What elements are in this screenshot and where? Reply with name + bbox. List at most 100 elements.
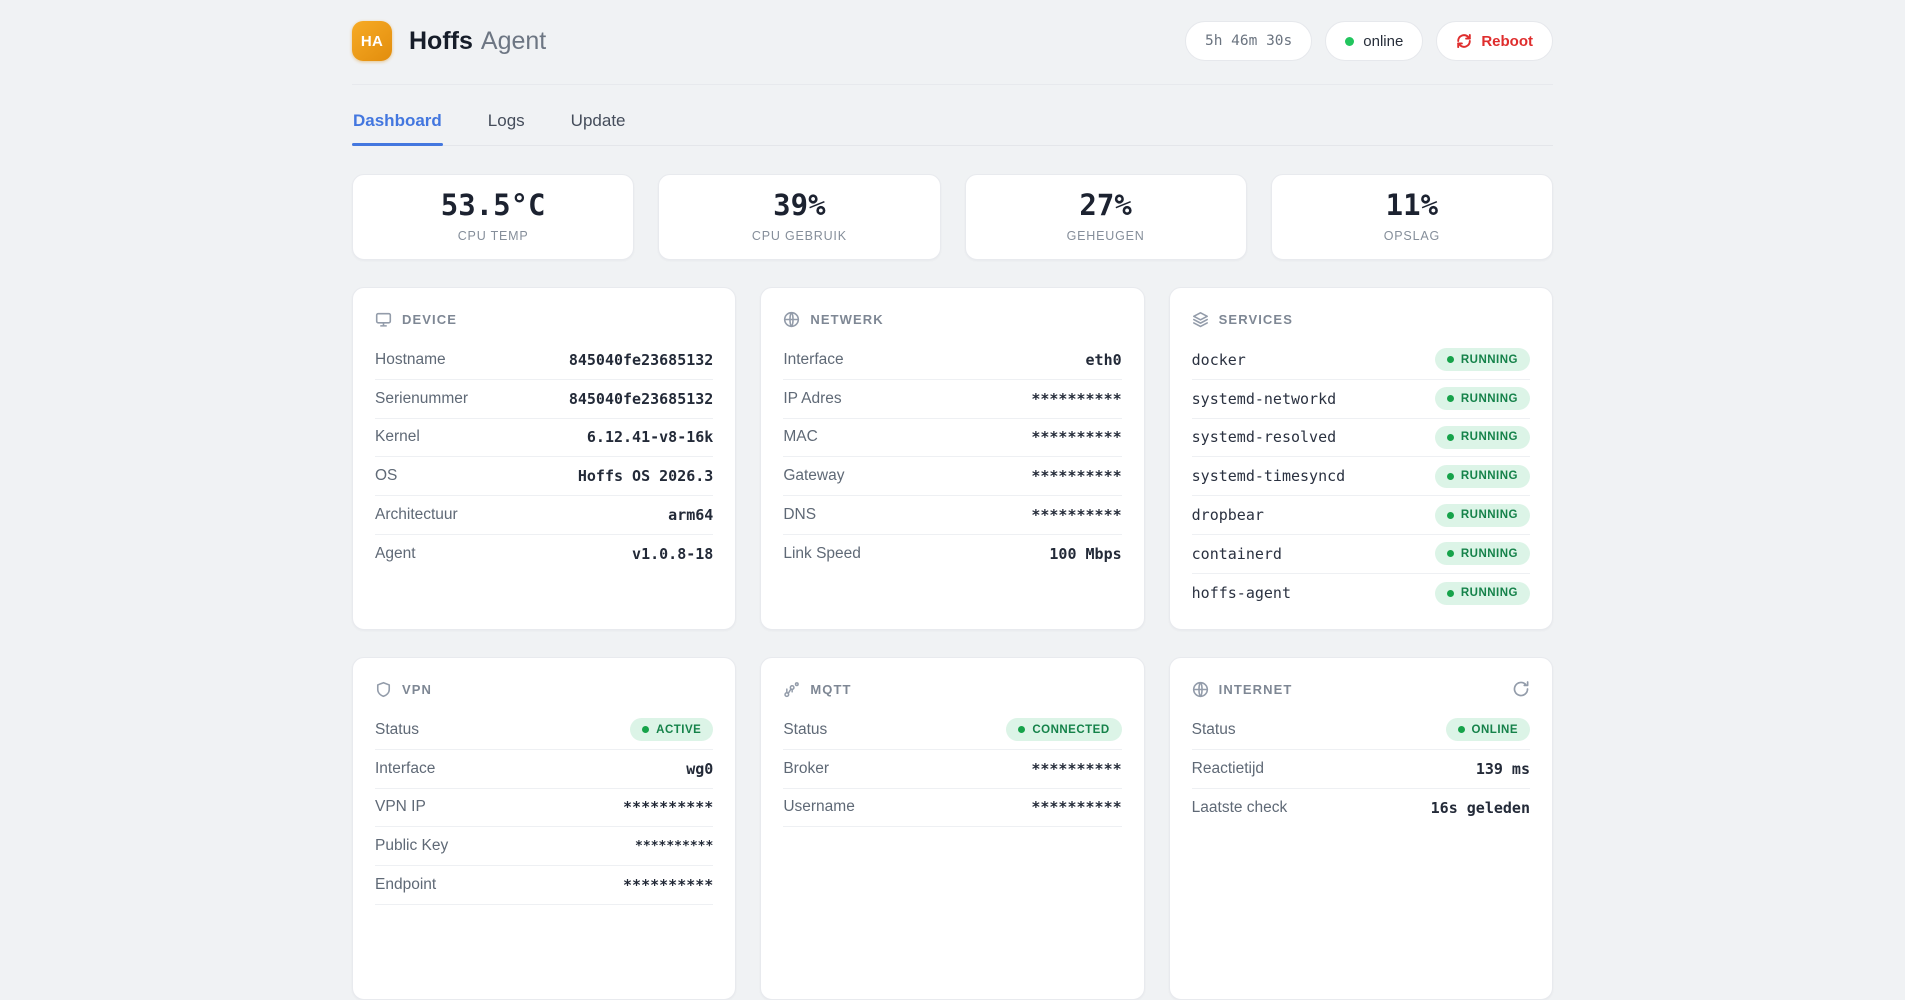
status-badge: RUNNING [1435, 542, 1530, 565]
service-row: dropbearRUNNING [1192, 496, 1530, 535]
table-row: Broker********** [783, 750, 1121, 789]
stat-card-storage: 11% OPSLAG [1271, 174, 1553, 260]
mqtt-rows: StatusCONNECTED Broker********** Usernam… [783, 711, 1121, 827]
table-row: Architectuurarm64 [375, 496, 713, 535]
stat-label: GEHEUGEN [1067, 229, 1145, 243]
table-row: Gateway********** [783, 457, 1121, 496]
network-card-header: NETWERK [783, 308, 1121, 330]
header: HA Hoffs Agent 5h 46m 30s online [352, 0, 1553, 85]
internet-card-header: INTERNET [1192, 678, 1530, 700]
status-dot-icon [1447, 434, 1454, 441]
shield-icon [375, 681, 392, 698]
info-cards-row-1: DEVICE Hostname845040fe23685132 Serienum… [352, 287, 1553, 630]
network-card: NETWERK Interfaceeth0 IP Adres**********… [760, 287, 1144, 630]
online-label: online [1363, 33, 1403, 50]
card-title: VPN [402, 682, 432, 697]
tab-update[interactable]: Update [570, 111, 627, 145]
card-title: NETWERK [810, 312, 883, 327]
mqtt-card: MQTT StatusCONNECTED Broker********** Us… [760, 657, 1144, 1000]
card-title: SERVICES [1219, 312, 1293, 327]
table-row: Laatste check16s geleden [1192, 789, 1530, 828]
status-dot-icon [1447, 590, 1454, 597]
network-nodes-icon [783, 681, 800, 698]
status-dot-icon [1447, 473, 1454, 480]
status-badge: RUNNING [1435, 426, 1530, 449]
stat-label: CPU TEMP [458, 229, 529, 243]
status-dot-icon [1447, 550, 1454, 557]
reboot-button[interactable]: Reboot [1436, 21, 1553, 61]
brand: HA Hoffs Agent [352, 21, 546, 61]
tab-bar: Dashboard Logs Update [352, 111, 1553, 146]
table-row: MAC********** [783, 419, 1121, 458]
network-rows: Interfaceeth0 IP Adres********** MAC****… [783, 341, 1121, 574]
stat-label: OPSLAG [1384, 229, 1440, 243]
table-row: Interfacewg0 [375, 750, 713, 789]
table-row: Endpoint********** [375, 866, 713, 905]
app-logo: HA [352, 21, 392, 61]
service-row: hoffs-agentRUNNING [1192, 574, 1530, 613]
header-actions: 5h 46m 30s online Reboot [1185, 21, 1553, 61]
info-cards-row-2: VPN StatusACTIVE Interfacewg0 VPN IP****… [352, 657, 1553, 1000]
vpn-card-header: VPN [375, 678, 713, 700]
stat-value: 27% [1079, 191, 1131, 220]
rotate-cw-icon [1512, 680, 1530, 698]
online-status-badge: online [1325, 21, 1423, 61]
stat-value: 11% [1386, 191, 1438, 220]
tab-logs[interactable]: Logs [487, 111, 526, 145]
table-row: Public Key********** [375, 827, 713, 866]
service-row: dockerRUNNING [1192, 341, 1530, 380]
card-title: MQTT [810, 682, 851, 697]
status-badge: RUNNING [1435, 387, 1530, 410]
vpn-card: VPN StatusACTIVE Interfacewg0 VPN IP****… [352, 657, 736, 1000]
table-row: Kernel6.12.41-v8-16k [375, 419, 713, 458]
status-dot-icon [1018, 726, 1025, 733]
status-badge: RUNNING [1435, 504, 1530, 527]
card-title: INTERNET [1219, 682, 1293, 697]
stat-label: CPU GEBRUIK [752, 229, 847, 243]
status-badge: ONLINE [1446, 718, 1530, 741]
status-dot-icon [1447, 512, 1454, 519]
uptime-value: 5h 46m 30s [1205, 33, 1292, 49]
services-rows: dockerRUNNING systemd-networkdRUNNING sy… [1192, 341, 1530, 613]
dashboard-page: HA Hoffs Agent 5h 46m 30s online [352, 0, 1553, 1000]
table-row: Agentv1.0.8-18 [375, 535, 713, 574]
mqtt-card-header: MQTT [783, 678, 1121, 700]
stat-card-cpu-usage: 39% CPU GEBRUIK [658, 174, 940, 260]
status-badge: RUNNING [1435, 465, 1530, 488]
stat-card-cpu-temp: 53.5°C CPU TEMP [352, 174, 634, 260]
table-row: IP Adres********** [783, 380, 1121, 419]
status-dot-icon [1458, 726, 1465, 733]
device-card: DEVICE Hostname845040fe23685132 Serienum… [352, 287, 736, 630]
stat-value: 53.5°C [441, 191, 546, 220]
status-badge: RUNNING [1435, 348, 1530, 371]
table-row: VPN IP********** [375, 789, 713, 828]
status-dot-icon [642, 726, 649, 733]
service-row: systemd-networkdRUNNING [1192, 380, 1530, 419]
service-row: systemd-timesyncdRUNNING [1192, 457, 1530, 496]
status-badge: CONNECTED [1006, 718, 1121, 741]
tab-dashboard[interactable]: Dashboard [352, 111, 443, 145]
status-badge: ACTIVE [630, 718, 713, 741]
globe-icon [783, 311, 800, 328]
table-row: Link Speed100 Mbps [783, 535, 1121, 574]
table-row: StatusCONNECTED [783, 711, 1121, 750]
service-row: containerdRUNNING [1192, 535, 1530, 574]
stats-row: 53.5°C CPU TEMP 39% CPU GEBRUIK 27% GEHE… [352, 174, 1553, 260]
status-dot-icon [1447, 395, 1454, 402]
uptime-badge: 5h 46m 30s [1185, 21, 1312, 61]
device-card-header: DEVICE [375, 308, 713, 330]
internet-card: INTERNET StatusONLINE Reactietijd139 ms … [1169, 657, 1553, 1000]
internet-rows: StatusONLINE Reactietijd139 ms Laatste c… [1192, 711, 1530, 827]
layers-icon [1192, 311, 1209, 328]
services-card: SERVICES dockerRUNNING systemd-networkdR… [1169, 287, 1553, 630]
table-row: OSHoffs OS 2026.3 [375, 457, 713, 496]
table-row: Hostname845040fe23685132 [375, 341, 713, 380]
stat-value: 39% [773, 191, 825, 220]
globe-icon [1192, 681, 1209, 698]
refresh-check-button[interactable] [1512, 680, 1530, 698]
status-badge: RUNNING [1435, 582, 1530, 605]
table-row: Interfaceeth0 [783, 341, 1121, 380]
reboot-label: Reboot [1481, 33, 1533, 50]
card-title: DEVICE [402, 312, 457, 327]
services-card-header: SERVICES [1192, 308, 1530, 330]
